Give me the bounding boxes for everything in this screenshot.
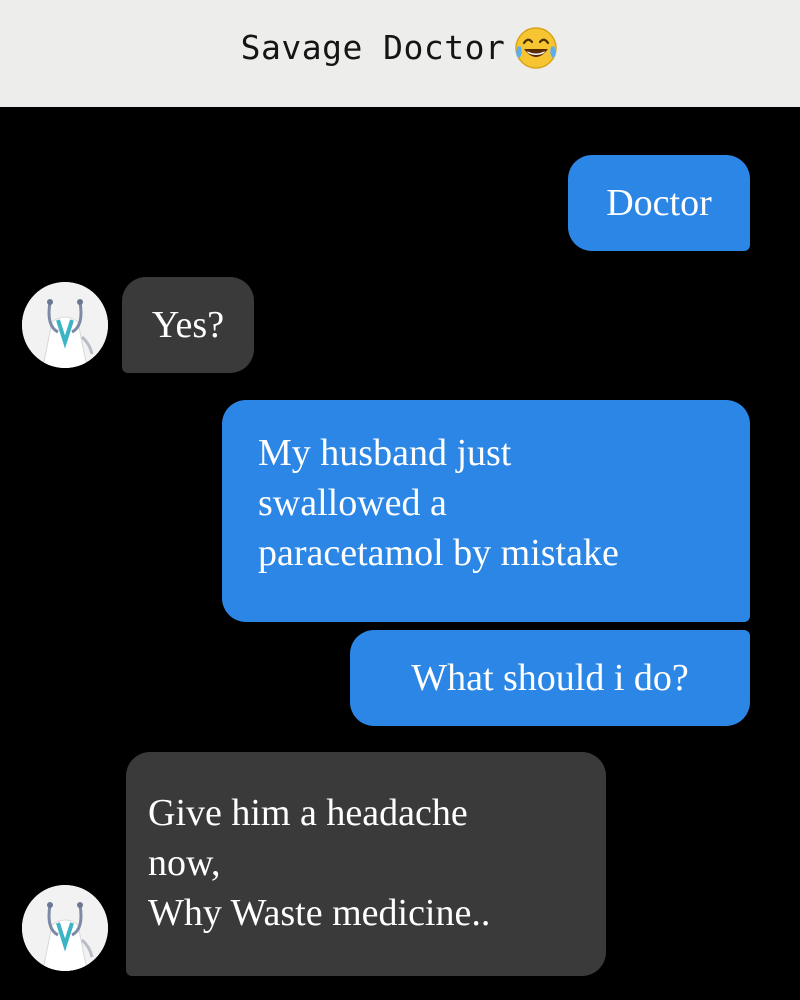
doctor-avatar[interactable] <box>22 282 108 368</box>
message-line: Give him a headache <box>148 792 468 834</box>
sent-message-bubble: My husband just swallowed a paracetamol … <box>222 400 750 622</box>
received-message-bubble: Yes? <box>122 277 254 373</box>
doctor-avatar-icon <box>22 885 108 971</box>
message-line: Why Waste medicine.. <box>148 892 491 934</box>
doctor-avatar[interactable] <box>22 885 108 971</box>
message-list[interactable]: Doctor Yes? My husband just swallowed a … <box>0 107 800 1000</box>
received-message-bubble: Give him a headache now, Why Waste medic… <box>126 752 606 976</box>
tears-of-joy-emoji-icon <box>513 25 559 71</box>
doctor-avatar-icon <box>22 282 108 368</box>
message-line: swallowed a <box>258 482 447 524</box>
message-line: paracetamol by mistake <box>258 532 619 574</box>
sent-message-bubble: What should i do? <box>350 630 750 726</box>
chat-header: Savage Doctor <box>0 0 800 107</box>
message-text: What should i do? <box>411 657 689 699</box>
sent-message-bubble: Doctor <box>568 155 750 251</box>
message-text: Doctor <box>606 182 712 224</box>
message-text: Yes? <box>151 304 225 346</box>
message-line: My husband just <box>258 432 512 474</box>
chat-title: Savage Doctor <box>240 28 506 67</box>
message-line: now, <box>148 842 221 884</box>
